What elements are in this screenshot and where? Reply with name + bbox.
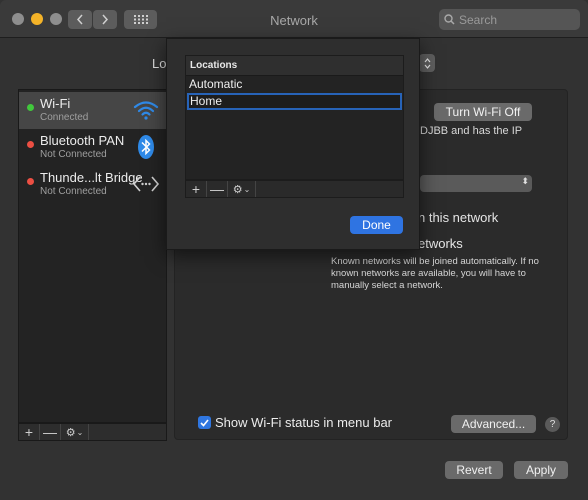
location-popup[interactable] [419,54,435,72]
gear-icon: ⚙ [232,183,243,196]
show-all-button[interactable] [124,10,157,29]
updown-arrows-icon: ⬍ [521,176,529,186]
service-status: Connected [40,112,89,123]
wifi-status-text: DJBB and has the IP [420,125,523,137]
status-dot [27,104,34,111]
checkmark-icon [200,418,209,427]
title-bar: Network Search [0,0,588,38]
services-list: Wi-Fi Connected Bluetooth PAN Not Connec… [18,89,167,423]
status-dot [27,178,34,185]
bluetooth-icon [132,134,160,160]
ask-to-join-note: Known networks will be joined automatica… [331,256,539,291]
minimize-window-button[interactable] [31,13,43,25]
ask-to-join-label: n this network [418,210,499,225]
services-toolbar: + — ⚙ ⌄ [18,423,167,441]
chevron-left-icon [76,14,83,25]
advanced-button[interactable]: Advanced... [451,415,536,433]
network-name-popup[interactable]: ⬍ [420,175,532,192]
service-item-wifi[interactable]: Wi-Fi Connected [19,92,166,129]
zoom-window-button[interactable] [50,13,62,25]
show-status-row[interactable]: Show Wi-Fi status in menu bar [198,415,392,430]
grid-icon [133,15,148,24]
chevron-down-icon: ⌄ [243,184,251,194]
service-item-thunderbolt-bridge[interactable]: Thunde...lt Bridge Not Connected [19,166,166,203]
done-button[interactable]: Done [350,216,403,234]
gear-icon: ⚙ [65,426,76,439]
close-window-button[interactable] [12,13,24,25]
thunderbolt-bridge-icon [132,171,160,197]
location-row-home-editing[interactable]: Home [187,93,402,110]
forward-button[interactable] [93,10,117,29]
ask-to-join-networks-label: etworks [418,236,463,251]
turn-wifi-off-button[interactable]: Turn Wi-Fi Off [434,103,532,121]
service-name: Wi-Fi [40,96,71,111]
location-label: Lo [152,56,167,71]
locations-header: Locations [186,56,403,76]
show-status-checkbox[interactable] [198,416,211,429]
help-button[interactable]: ? [545,417,560,432]
show-status-label: Show Wi-Fi status in menu bar [215,415,393,430]
chevron-down-icon: ⌄ [76,427,84,437]
add-service-button[interactable]: + [19,424,40,440]
remove-location-button[interactable]: — [207,181,228,197]
location-row-automatic[interactable]: Automatic [186,76,403,93]
service-name: Bluetooth PAN [40,133,125,148]
search-field[interactable]: Search [439,9,580,30]
remove-service-button[interactable]: — [40,424,61,440]
service-status: Not Connected [40,149,107,160]
search-placeholder: Search [459,12,498,27]
service-item-bluetooth-pan[interactable]: Bluetooth PAN Not Connected [19,129,166,166]
apply-button[interactable]: Apply [514,461,568,479]
network-preferences-window: Network Search Lo Wi-Fi Connected Blueto… [0,0,588,500]
chevron-right-icon [102,14,109,25]
updown-arrows-icon [424,57,430,69]
back-button[interactable] [68,10,92,29]
locations-toolbar: + — ⚙ ⌄ [185,180,404,198]
revert-button[interactable]: Revert [445,461,503,479]
service-actions-button[interactable]: ⚙ ⌄ [61,424,89,440]
search-icon [444,14,455,25]
service-status: Not Connected [40,186,107,197]
locations-table: Locations Automatic Home [185,55,404,180]
locations-sheet: Locations Automatic Home + — ⚙ ⌄ Done [166,38,420,250]
add-location-button[interactable]: + [186,181,207,197]
service-name: Thunde...lt Bridge [40,170,143,185]
status-dot [27,141,34,148]
wifi-icon [132,97,160,123]
location-actions-button[interactable]: ⚙ ⌄ [228,181,256,197]
